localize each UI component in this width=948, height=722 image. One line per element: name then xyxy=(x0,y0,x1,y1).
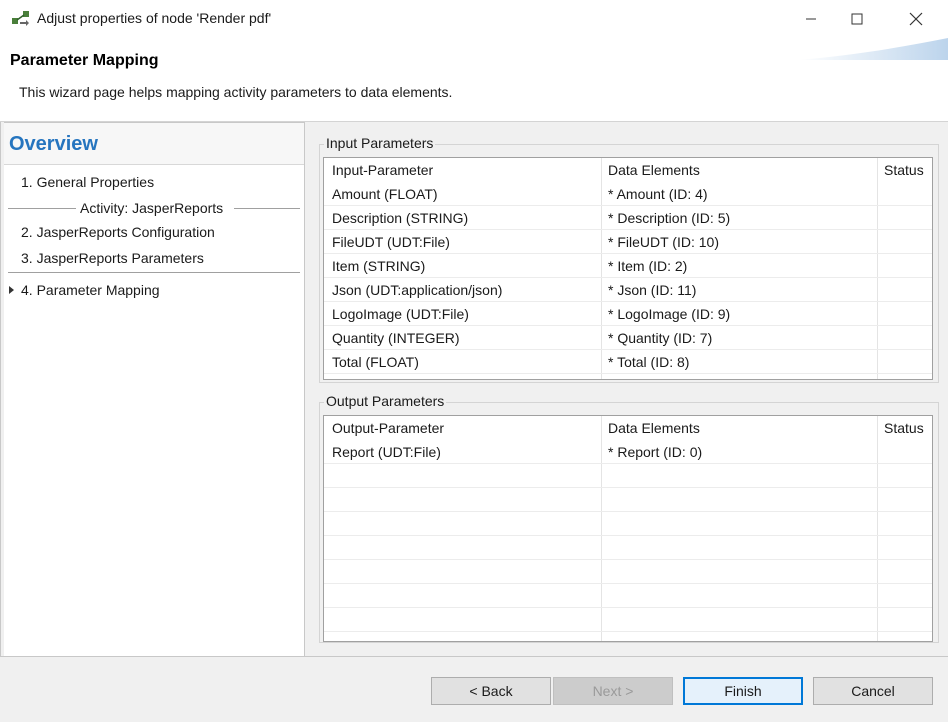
cancel-button[interactable]: Cancel xyxy=(813,677,933,705)
close-icon xyxy=(909,12,923,26)
table-row[interactable]: Report (UDT:File) * Report (ID: 0) xyxy=(324,440,932,464)
nav-item-jasperreports-configuration[interactable]: 2. JasperReports Configuration xyxy=(21,224,215,240)
separator-line xyxy=(8,208,76,209)
table-row[interactable]: Item (STRING) * Item (ID: 2) xyxy=(324,254,932,278)
column-header-input-parameter[interactable]: Input-Parameter xyxy=(332,162,433,178)
minimize-button[interactable] xyxy=(788,0,834,38)
separator-line xyxy=(234,208,300,209)
table-row[interactable]: Total (FLOAT) * Total (ID: 8) xyxy=(324,350,932,374)
minimize-icon xyxy=(806,18,816,20)
node-graph-icon xyxy=(12,11,29,26)
nav-subsection: Activity: JasperReports xyxy=(8,199,300,219)
input-parameter-cell: LogoImage (UDT:File) xyxy=(332,306,469,322)
overview-header: Overview xyxy=(4,123,304,165)
button-bar: < Back Next > Finish Cancel xyxy=(0,656,948,722)
empty-table-row xyxy=(324,560,932,584)
data-element-cell[interactable]: * FileUDT (ID: 10) xyxy=(608,234,719,250)
empty-table-row xyxy=(324,608,932,632)
data-element-cell[interactable]: * Description (ID: 5) xyxy=(608,210,730,226)
table-row[interactable]: Description (STRING) * Description (ID: … xyxy=(324,206,932,230)
data-element-cell[interactable]: * Amount (ID: 4) xyxy=(608,186,708,202)
finish-button[interactable]: Finish xyxy=(683,677,803,705)
input-parameter-cell: Item (STRING) xyxy=(332,258,426,274)
title-bar: Adjust properties of node 'Render pdf' xyxy=(0,0,948,38)
empty-table-row xyxy=(324,488,932,512)
input-parameter-cell: Description (STRING) xyxy=(332,210,469,226)
data-element-cell[interactable]: * Item (ID: 2) xyxy=(608,258,687,274)
nav-item-jasperreports-parameters[interactable]: 3. JasperReports Parameters xyxy=(21,250,204,266)
wizard-body: Overview 1. General Properties Activity:… xyxy=(0,122,948,656)
back-button[interactable]: < Back xyxy=(431,677,551,705)
nav-item-general-properties[interactable]: 1. General Properties xyxy=(21,174,154,190)
page-title: Parameter Mapping xyxy=(10,52,159,69)
output-parameters-label: Output Parameters xyxy=(324,393,447,409)
data-element-cell[interactable]: * LogoImage (ID: 9) xyxy=(608,306,730,322)
column-header-output-parameter[interactable]: Output-Parameter xyxy=(332,420,444,436)
input-parameters-label: Input Parameters xyxy=(324,135,436,151)
empty-table-row xyxy=(324,584,932,608)
page-description: This wizard page helps mapping activity … xyxy=(19,84,453,100)
data-element-cell[interactable]: * Quantity (ID: 7) xyxy=(608,330,712,346)
header-banner-graphic xyxy=(798,38,948,60)
overview-title: Overview xyxy=(9,133,98,155)
table-header-row: Output-Parameter Data Elements Status xyxy=(324,416,932,440)
table-row[interactable]: Json (UDT:application/json) * Json (ID: … xyxy=(324,278,932,302)
table-row[interactable]: Amount (FLOAT) * Amount (ID: 4) xyxy=(324,182,932,206)
window-title: Adjust properties of node 'Render pdf' xyxy=(37,10,272,26)
empty-table-row xyxy=(324,536,932,560)
output-parameters-table[interactable]: Output-Parameter Data Elements Status Re… xyxy=(323,415,933,642)
empty-table-row xyxy=(324,464,932,488)
input-parameter-cell: Amount (FLOAT) xyxy=(332,186,438,202)
maximize-button[interactable] xyxy=(834,0,880,38)
column-header-data-elements[interactable]: Data Elements xyxy=(608,162,700,178)
output-parameter-cell: Report (UDT:File) xyxy=(332,444,441,460)
output-parameters-group: Output Parameters Output-Parameter Data … xyxy=(319,393,939,643)
input-parameters-group: Input Parameters Input-Parameter Data El… xyxy=(319,135,939,383)
close-button[interactable] xyxy=(893,0,939,38)
next-button: Next > xyxy=(553,677,673,705)
table-header-row: Input-Parameter Data Elements Status xyxy=(324,158,932,182)
table-row[interactable]: FileUDT (UDT:File) * FileUDT (ID: 10) xyxy=(324,230,932,254)
data-element-cell[interactable]: * Total (ID: 8) xyxy=(608,354,689,370)
wizard-header: Parameter Mapping This wizard page helps… xyxy=(0,38,948,122)
data-element-cell[interactable]: * Report (ID: 0) xyxy=(608,444,702,460)
input-parameter-cell: Quantity (INTEGER) xyxy=(332,330,460,346)
column-header-data-elements[interactable]: Data Elements xyxy=(608,420,700,436)
column-header-status[interactable]: Status xyxy=(884,162,924,178)
maximize-icon xyxy=(851,13,863,25)
nav-divider xyxy=(8,272,300,273)
input-parameter-cell: FileUDT (UDT:File) xyxy=(332,234,450,250)
overview-nav: Overview 1. General Properties Activity:… xyxy=(4,122,305,656)
table-row[interactable]: Quantity (INTEGER) * Quantity (ID: 7) xyxy=(324,326,932,350)
triangle-right-icon xyxy=(9,286,14,294)
column-header-status[interactable]: Status xyxy=(884,420,924,436)
nav-item-parameter-mapping[interactable]: 4. Parameter Mapping xyxy=(21,282,160,298)
input-parameter-cell: Json (UDT:application/json) xyxy=(332,282,503,298)
input-parameter-cell: Total (FLOAT) xyxy=(332,354,419,370)
input-parameters-table[interactable]: Input-Parameter Data Elements Status Amo… xyxy=(323,157,933,380)
empty-table-row xyxy=(324,512,932,536)
data-element-cell[interactable]: * Json (ID: 11) xyxy=(608,282,696,298)
nav-subsection-label: Activity: JasperReports xyxy=(80,200,224,216)
table-row[interactable]: LogoImage (UDT:File) * LogoImage (ID: 9) xyxy=(324,302,932,326)
